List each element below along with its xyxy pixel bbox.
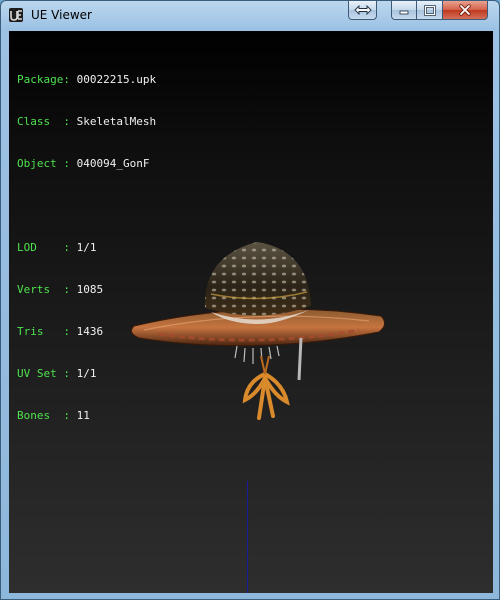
verts-label: Verts : <box>17 283 70 296</box>
bones-label: Bones : <box>17 409 70 422</box>
close-icon <box>459 4 471 16</box>
lod-label: LOD : <box>17 241 70 254</box>
lod-value: 1/1 <box>76 241 97 254</box>
info-row-class: Class : SkeletalMesh <box>17 115 156 129</box>
verts-value: 1085 <box>76 283 104 296</box>
ue-viewer-window: UE Viewer Package: 00022215.upk Class: … <box>0 0 500 600</box>
maximize-button[interactable] <box>417 1 443 20</box>
class-label: Class : <box>17 115 70 128</box>
hat-mesh-model <box>130 242 385 420</box>
swap-button[interactable] <box>348 1 377 20</box>
tris-value: 1436 <box>76 325 104 338</box>
minimize-button[interactable] <box>391 1 417 20</box>
maximize-icon <box>423 4 436 16</box>
3d-viewport[interactable]: Package: 00022215.upk Class : SkeletalMe… <box>9 31 493 593</box>
object-value: 040094_GonF <box>76 157 150 170</box>
uvset-value: 1/1 <box>76 367 97 380</box>
object-label: Object : <box>17 157 70 170</box>
package-label: Package: <box>17 73 70 86</box>
tris-label: Tris : <box>17 325 70 338</box>
title-bar[interactable]: UE Viewer <box>1 1 499 29</box>
swap-icon <box>353 5 372 15</box>
uvset-label: UV Set : <box>17 367 70 380</box>
class-value: SkeletalMesh <box>76 115 157 128</box>
bones-value: 11 <box>76 409 90 422</box>
app-icon <box>9 8 23 22</box>
axis-line <box>247 481 248 593</box>
minimize-icon <box>399 10 409 15</box>
info-row-object: Object : 040094_GonF <box>17 157 156 171</box>
info-row-package: Package: 00022215.upk <box>17 73 156 87</box>
package-value: 00022215.upk <box>76 73 157 86</box>
close-button[interactable] <box>443 1 488 20</box>
window-title: UE Viewer <box>31 8 92 22</box>
